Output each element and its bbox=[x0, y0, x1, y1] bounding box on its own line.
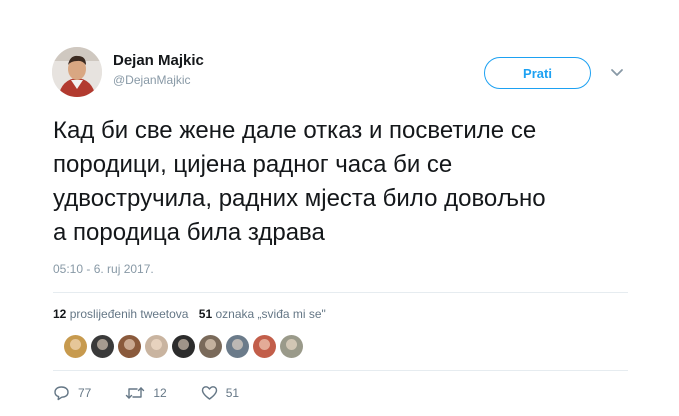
liker-avatar[interactable] bbox=[172, 335, 195, 358]
divider-top bbox=[53, 292, 628, 293]
liker-avatar[interactable] bbox=[64, 335, 87, 358]
liker-avatar[interactable] bbox=[226, 335, 249, 358]
liker-avatar[interactable] bbox=[199, 335, 222, 358]
retweets-stat-count: 12 bbox=[53, 307, 67, 321]
liker-avatar[interactable] bbox=[118, 335, 141, 358]
tweet-timestamp[interactable]: 05:10 - 6. ruj 2017. bbox=[53, 262, 154, 276]
action-bar: 77 12 51 bbox=[53, 385, 273, 401]
likes-stat[interactable]: 51 oznaka „sviđa mi se" bbox=[199, 307, 326, 321]
avatar-photo bbox=[52, 47, 102, 97]
author-handle[interactable]: @DejanMajkic bbox=[113, 72, 204, 88]
reply-button[interactable]: 77 bbox=[53, 385, 91, 401]
follow-button[interactable]: Prati bbox=[484, 57, 591, 89]
retweets-stat[interactable]: 12 proslijeđenih tweetova bbox=[53, 307, 192, 321]
liker-avatar[interactable] bbox=[253, 335, 276, 358]
likes-stat-label: oznaka „sviđa mi se" bbox=[215, 307, 326, 321]
retweets-stat-label: proslijeđenih tweetova bbox=[69, 307, 189, 321]
tweet-card: Dejan Majkic @DejanMajkic Prati Кад би с… bbox=[0, 0, 679, 416]
retweet-count: 12 bbox=[153, 386, 167, 400]
caret-down-icon[interactable] bbox=[610, 68, 624, 78]
reply-count: 77 bbox=[78, 386, 92, 400]
divider-bottom bbox=[53, 370, 628, 371]
like-button[interactable]: 51 bbox=[201, 385, 239, 401]
reply-icon bbox=[54, 386, 69, 401]
tweet-text: Кад би све жене дале отказ и посветиле с… bbox=[53, 117, 546, 246]
likes-stat-count: 51 bbox=[198, 307, 213, 321]
liker-avatar[interactable] bbox=[145, 335, 168, 358]
retweet-button[interactable]: 12 bbox=[125, 385, 167, 401]
heart-icon bbox=[201, 386, 217, 400]
liker-avatar[interactable] bbox=[280, 335, 303, 358]
author-display-name[interactable]: Dejan Majkic bbox=[113, 52, 204, 70]
retweet-icon bbox=[126, 387, 145, 399]
author-info: Dejan Majkic @DejanMajkic bbox=[113, 52, 204, 88]
author-avatar[interactable] bbox=[52, 47, 102, 97]
engagement-stats: 12 proslijeđenih tweetova 51 oznaka „svi… bbox=[53, 307, 333, 321]
liker-avatar[interactable] bbox=[91, 335, 114, 358]
like-count: 51 bbox=[225, 386, 240, 400]
liker-avatars bbox=[64, 335, 307, 358]
